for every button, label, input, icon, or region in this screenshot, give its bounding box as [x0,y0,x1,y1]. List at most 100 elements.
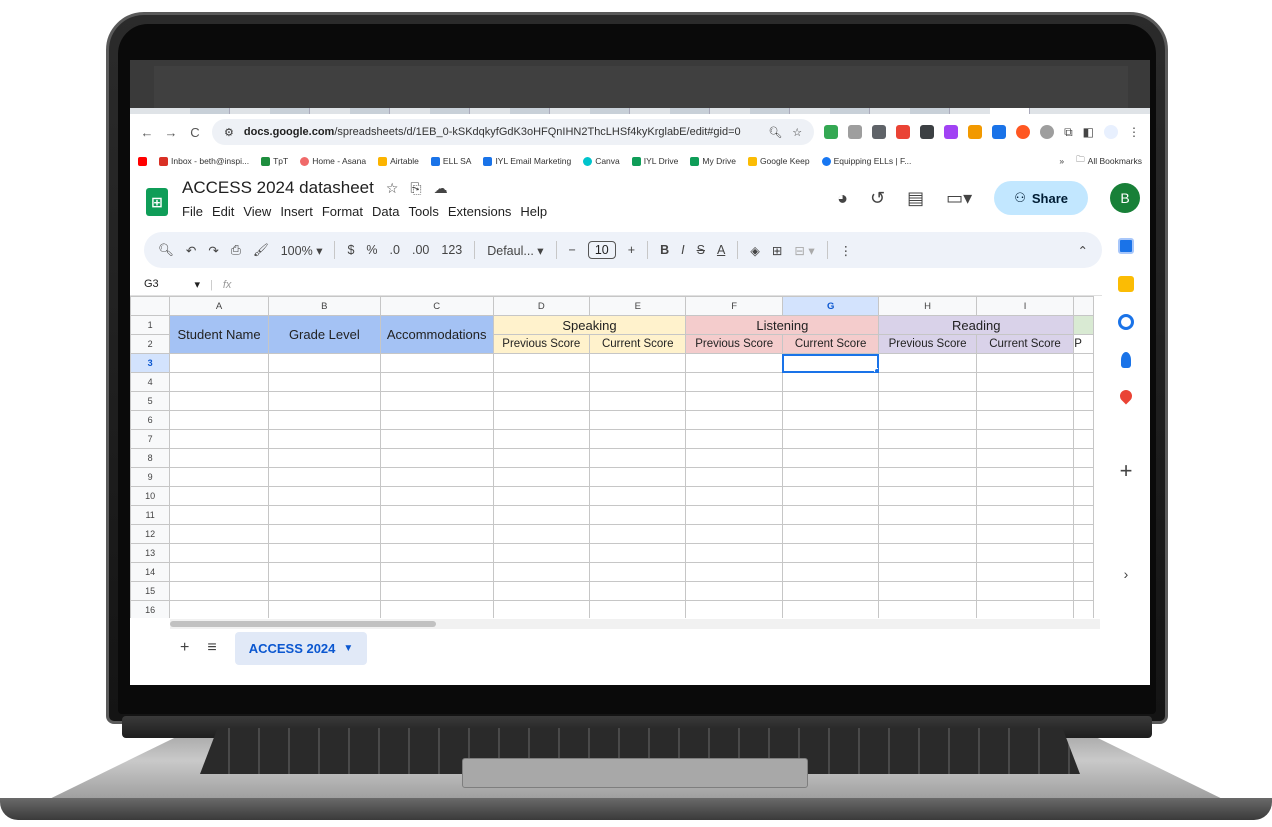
header-listening[interactable]: Listening [685,315,880,335]
grid-cell[interactable] [685,543,783,563]
fill-color-icon[interactable]: ◈ [750,243,760,258]
back-button[interactable]: ← [140,125,154,140]
font-size-decrease-button[interactable]: − [569,243,576,257]
grid-cell[interactable] [267,391,381,411]
font-select[interactable]: Defaul... ▾ [487,243,543,258]
grid-cell[interactable] [589,429,687,449]
extension-icon[interactable] [992,125,1007,139]
grid-cell[interactable] [267,467,381,487]
grid-cell[interactable] [685,372,783,392]
grid-cell[interactable] [169,562,269,582]
grid-cell[interactable] [169,429,269,449]
all-bookmarks-button[interactable]: 🗀 All Bookmarks [1076,154,1142,168]
grid-cell[interactable] [169,505,269,525]
sheets-logo-icon[interactable]: ⊞ [146,188,168,216]
extension-icon[interactable] [944,125,959,139]
grid-cell[interactable] [267,429,381,449]
paint-format-icon[interactable]: 🖌︎ [253,243,269,258]
grid-cell[interactable] [975,562,1075,582]
redo-icon[interactable]: ↷ [208,243,218,258]
meet-icon[interactable]: ▭▾ [946,188,972,209]
grid-cell[interactable] [1073,448,1094,468]
grid-cell[interactable] [267,372,381,392]
all-sheets-icon[interactable]: ≡ [207,639,216,657]
menu-help[interactable]: Help [520,204,547,219]
merge-cells-icon[interactable]: ⊟ ▾ [794,243,814,258]
grid-cell[interactable] [589,524,687,544]
grid-cell[interactable] [878,429,977,449]
grid-cell[interactable] [878,410,977,430]
search-menus-icon[interactable]: 🔍︎ [158,243,174,258]
print-icon[interactable]: ⎙ [231,243,241,258]
grid-cell[interactable] [492,543,591,563]
grid-cell[interactable] [589,391,687,411]
row-header[interactable]: 16 [130,600,171,618]
grid-cell[interactable] [878,581,977,601]
grid-cell[interactable] [781,505,880,525]
grid-cell[interactable] [589,543,687,563]
borders-icon[interactable]: ⊞ [772,243,782,258]
spreadsheet-grid[interactable]: A B C D E F G H I 1 Student Name Grade L… [130,296,1094,618]
tasks-icon[interactable] [1118,314,1134,330]
grid-cell[interactable] [975,429,1075,449]
extension-icon[interactable] [848,125,863,139]
grid-cell[interactable] [492,581,591,601]
bookmark-item[interactable]: Equipping ELLs | F... [821,156,911,166]
row-header[interactable]: 6 [130,410,171,430]
grid-cell[interactable] [878,391,977,411]
grid-cell[interactable] [1073,410,1094,430]
bookmark-item[interactable]: My Drive [690,156,736,166]
grid-cell[interactable] [1073,372,1094,392]
name-box[interactable]: G3 ▾ [130,278,210,291]
fill-handle[interactable] [874,368,878,372]
extension-icon[interactable] [968,125,983,139]
grid-cell[interactable] [878,486,977,506]
grid-cell[interactable] [379,429,494,449]
grid-cell[interactable] [975,448,1075,468]
font-size-increase-button[interactable]: + [628,243,635,257]
bookmark-item[interactable] [138,156,147,166]
forward-button[interactable]: → [164,125,178,140]
row-header[interactable]: 12 [130,524,171,544]
grid-cell[interactable] [975,524,1075,544]
grid-cell[interactable] [492,562,591,582]
font-size-input[interactable]: 10 [587,241,616,259]
grid-cell[interactable] [589,410,687,430]
grid-cell[interactable] [1073,467,1094,487]
bookmark-item[interactable]: Home - Asana [300,156,366,166]
grid-cell[interactable] [685,505,783,525]
grid-cell[interactable] [878,543,977,563]
grid-cell[interactable] [975,391,1075,411]
extension-icon[interactable] [896,125,911,139]
grid-cell[interactable] [878,562,977,582]
listening-previous-score[interactable]: Previous Score [685,334,783,354]
side-panel-icon[interactable]: ◧ [1083,125,1094,139]
column-header[interactable]: B [267,296,381,316]
reading-previous-score[interactable]: Previous Score [878,334,977,354]
grid-cell[interactable] [685,353,783,373]
menu-insert[interactable]: Insert [280,204,313,219]
grid-cell[interactable] [975,467,1075,487]
grid-cell[interactable] [379,600,494,618]
menu-file[interactable]: File [182,204,203,219]
grid-cell[interactable] [379,372,494,392]
grid-cell[interactable] [267,486,381,506]
grid-cell[interactable] [685,448,783,468]
grid-cell[interactable] [169,581,269,601]
grid-cell[interactable] [267,505,381,525]
header-student-name[interactable]: Student Name [169,315,269,354]
grid-cell[interactable] [267,524,381,544]
grid-cell[interactable] [492,410,591,430]
grid-cell[interactable] [685,486,783,506]
add-sheet-icon[interactable]: + [180,639,189,657]
grid-cell[interactable] [379,505,494,525]
extension-icon[interactable] [872,125,887,139]
grid-cell[interactable] [169,486,269,506]
bookmark-item[interactable]: ELL SA [430,156,471,166]
column-header[interactable]: A [169,296,269,316]
listening-current-score[interactable]: Current Score [781,334,880,354]
zoom-select[interactable]: 100% ▾ [281,243,323,258]
text-color-button[interactable]: A [717,243,725,257]
grid-cell[interactable] [589,486,687,506]
column-header-selected[interactable]: G [781,296,880,316]
